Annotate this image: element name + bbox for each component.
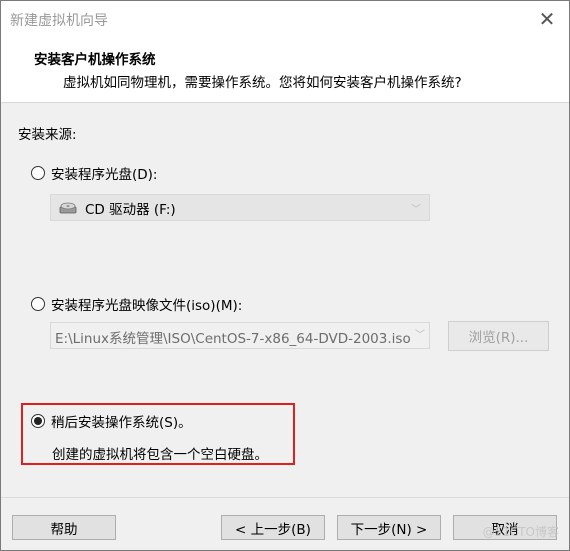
watermark: @51CTO博客 bbox=[482, 525, 559, 539]
iso-path-input[interactable]: E:\Linux系统管理\ISO\CentOS-7-x86_64-DVD-200… bbox=[50, 322, 430, 349]
radio-label-later: 稍后安装操作系统(S)。 bbox=[51, 415, 192, 431]
radio-button-iso[interactable] bbox=[31, 297, 45, 311]
next-button[interactable]: 下一步(N) > bbox=[337, 515, 441, 540]
new-vm-wizard-window: 新建虚拟机向导 ✕ 安装客户机操作系统 虚拟机如同物理机，需要操作系统。您将如何… bbox=[0, 0, 570, 551]
radio-label-iso: 安装程序光盘映像文件(iso)(M): bbox=[51, 298, 243, 314]
browse-button[interactable]: 浏览(R)... bbox=[448, 321, 549, 351]
footer-divider bbox=[1, 497, 569, 498]
title-bar: 新建虚拟机向导 ✕ bbox=[1, 1, 569, 37]
cd-drive-select[interactable]: CD 驱动器 (F:) ﹀ bbox=[50, 194, 430, 221]
chevron-down-icon[interactable]: ﹀ bbox=[411, 323, 429, 348]
help-button[interactable]: 帮助 bbox=[12, 515, 116, 540]
window-title: 新建虚拟机向导 bbox=[10, 13, 108, 29]
cd-drive-icon bbox=[59, 202, 77, 213]
close-icon[interactable]: ✕ bbox=[535, 7, 559, 31]
radio-button-cd[interactable] bbox=[31, 166, 45, 180]
back-button[interactable]: < 上一步(B) bbox=[221, 515, 325, 540]
page-title: 安装客户机操作系统 bbox=[34, 52, 156, 68]
radio-option-later[interactable]: 稍后安装操作系统(S)。 bbox=[31, 411, 192, 431]
page-subtitle: 虚拟机如同物理机，需要操作系统。您将如何安装客户机操作系统? bbox=[63, 75, 462, 91]
wizard-header: 安装客户机操作系统 虚拟机如同物理机，需要操作系统。您将如何安装客户机操作系统? bbox=[1, 37, 569, 103]
cd-drive-value: CD 驱动器 (F:) bbox=[85, 201, 176, 218]
install-source-label: 安装来源: bbox=[18, 127, 77, 143]
radio-option-cd[interactable]: 安装程序光盘(D): bbox=[31, 163, 157, 183]
radio-button-later[interactable] bbox=[31, 414, 45, 428]
later-description: 创建的虚拟机将包含一个空白硬盘。 bbox=[52, 447, 268, 463]
radio-option-iso[interactable]: 安装程序光盘映像文件(iso)(M): bbox=[31, 294, 242, 314]
iso-path-value: E:\Linux系统管理\ISO\CentOS-7-x86_64-DVD-200… bbox=[55, 331, 411, 347]
radio-label-cd: 安装程序光盘(D): bbox=[51, 167, 158, 183]
chevron-down-icon: ﹀ bbox=[411, 204, 421, 215]
